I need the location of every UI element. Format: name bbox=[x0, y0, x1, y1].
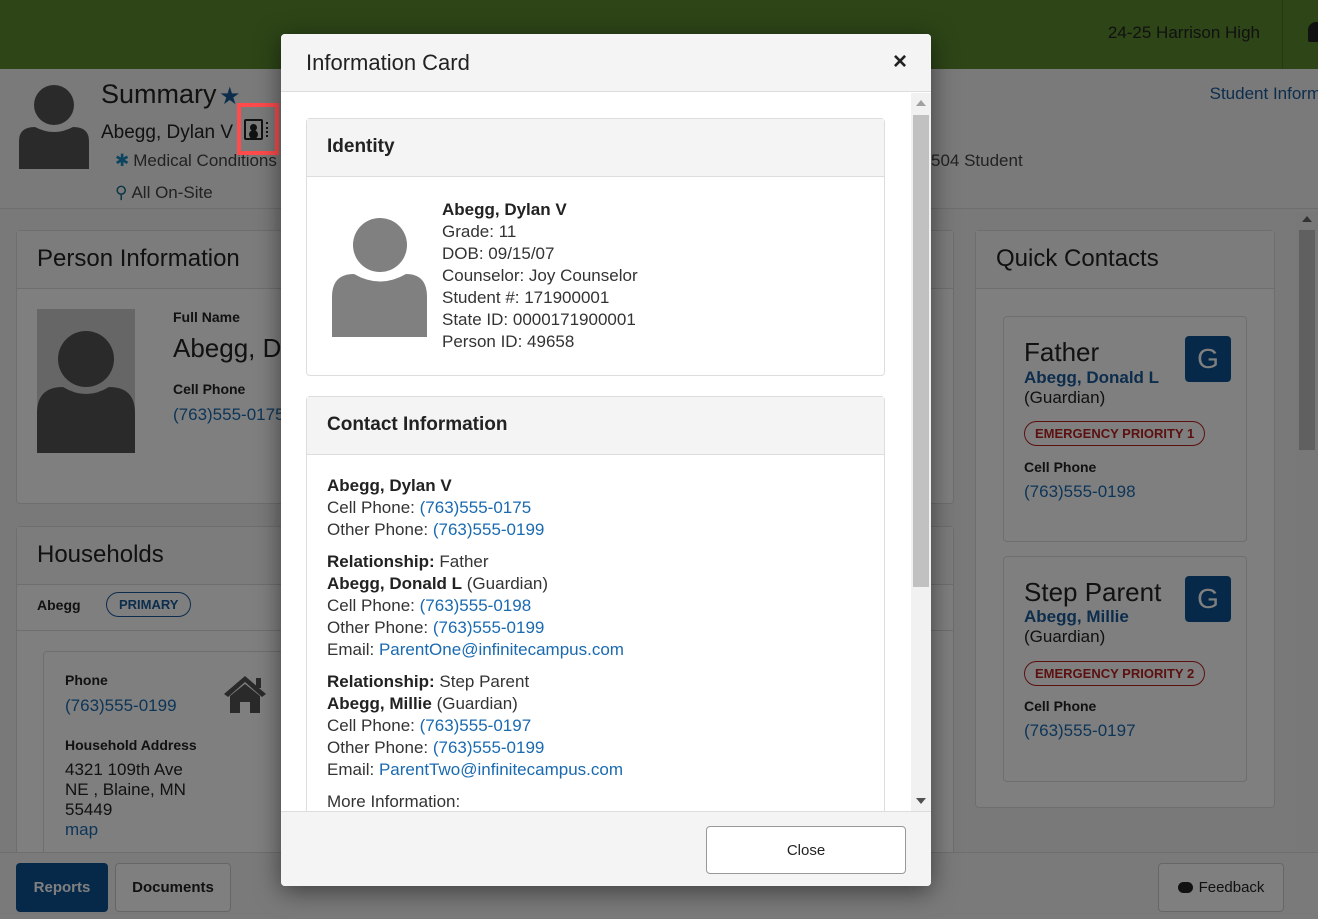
guardian-cell-phone-link[interactable]: (763)555-0198 bbox=[420, 596, 532, 615]
guardian-cell-phone-link[interactable]: (763)555-0197 bbox=[420, 716, 532, 735]
guardian-role: (Guardian) bbox=[462, 574, 549, 593]
guardian-name: Abegg, Donald L bbox=[327, 574, 463, 593]
close-button[interactable]: Close bbox=[706, 826, 906, 874]
close-icon[interactable]: × bbox=[893, 50, 907, 74]
contact-information-section: Contact Information Abegg, Dylan V Cell … bbox=[306, 396, 885, 811]
student-contact-group: Abegg, Dylan V Cell Phone: (763)555-0175… bbox=[327, 475, 864, 541]
modal-scrollbar[interactable] bbox=[911, 93, 931, 811]
cell-phone-label: Cell Phone: bbox=[327, 596, 420, 615]
contact-body: Abegg, Dylan V Cell Phone: (763)555-0175… bbox=[307, 455, 884, 811]
cell-phone-label: Cell Phone: bbox=[327, 716, 420, 735]
identity-person-id: Person ID: 49658 bbox=[442, 332, 575, 351]
student-other-phone-link[interactable]: (763)555-0199 bbox=[433, 520, 545, 539]
relationship-value: Father bbox=[434, 552, 489, 571]
identity-dob: DOB: 09/15/07 bbox=[442, 244, 555, 263]
identity-name: Abegg, Dylan V bbox=[442, 200, 567, 219]
scroll-up-arrow-icon[interactable] bbox=[916, 100, 926, 106]
relationship-label: Relationship: bbox=[327, 672, 435, 691]
scrollbar-thumb[interactable] bbox=[913, 115, 929, 587]
identity-counselor: Counselor: Joy Counselor bbox=[442, 266, 638, 285]
guardian-role: (Guardian) bbox=[431, 694, 518, 713]
relationship-value: Step Parent bbox=[434, 672, 530, 691]
identity-student-number: Student #: 171900001 bbox=[442, 288, 610, 307]
modal-body: Identity Abegg, Dylan V Grade: 11 DOB: 0… bbox=[281, 93, 931, 811]
identity-state-id: State ID: 0000171900001 bbox=[442, 310, 636, 329]
guardian-name: Abegg, Millie bbox=[327, 694, 432, 713]
information-card-modal: Information Card × Identity Abegg, Dylan… bbox=[281, 34, 931, 886]
email-label: Email: bbox=[327, 760, 379, 779]
other-phone-label: Other Phone: bbox=[327, 618, 433, 637]
student-cell-phone-link[interactable]: (763)555-0175 bbox=[420, 498, 532, 517]
cell-phone-label: Cell Phone: bbox=[327, 498, 420, 517]
identity-avatar-icon bbox=[332, 218, 427, 337]
guardian-other-phone-link[interactable]: (763)555-0199 bbox=[433, 618, 545, 637]
identity-details: Abegg, Dylan V Grade: 11 DOB: 09/15/07 C… bbox=[442, 199, 638, 353]
guardian-other-phone-link[interactable]: (763)555-0199 bbox=[433, 738, 545, 757]
modal-footer: Close bbox=[281, 811, 931, 886]
guardian-email-link[interactable]: ParentTwo@infinitecampus.com bbox=[379, 760, 623, 779]
guardian-email-link[interactable]: ParentOne@infinitecampus.com bbox=[379, 640, 624, 659]
modal-header: Information Card × bbox=[281, 34, 931, 92]
other-phone-label: Other Phone: bbox=[327, 520, 433, 539]
identity-section: Identity Abegg, Dylan V Grade: 11 DOB: 0… bbox=[306, 118, 885, 376]
guardian-contact-group: Relationship: Father Abegg, Donald L (Gu… bbox=[327, 551, 864, 661]
guardian-contact-group: Relationship: Step Parent Abegg, Millie … bbox=[327, 671, 864, 781]
modal-title: Information Card bbox=[306, 50, 470, 75]
email-label: Email: bbox=[327, 640, 379, 659]
section-heading: Identity bbox=[307, 119, 884, 177]
other-phone-label: Other Phone: bbox=[327, 738, 433, 757]
relationship-label: Relationship: bbox=[327, 552, 435, 571]
identity-grade: Grade: 11 bbox=[442, 222, 517, 241]
scroll-down-arrow-icon[interactable] bbox=[916, 798, 926, 804]
section-heading: Contact Information bbox=[307, 397, 884, 455]
more-information-label: More Information: bbox=[327, 792, 461, 811]
highlight-annotation bbox=[237, 103, 279, 155]
student-contact-name: Abegg, Dylan V bbox=[327, 476, 452, 495]
